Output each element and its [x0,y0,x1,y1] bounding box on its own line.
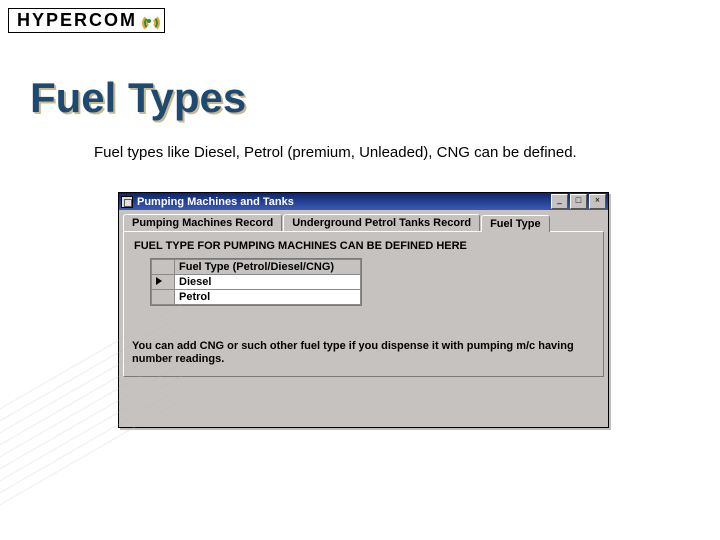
window-title: Pumping Machines and Tanks [137,196,294,208]
fuel-type-panel: FUEL TYPE FOR PUMPING MACHINES CAN BE DE… [123,231,604,377]
brand-text: HYPERCOM [17,10,137,31]
grid-row-selector-icon [152,275,175,290]
window-icon [121,196,133,208]
signal-icon [140,12,158,30]
tab-pumping-machines[interactable]: Pumping Machines Record [123,214,282,231]
grid-row[interactable]: Diesel [152,275,361,290]
window-close-button[interactable]: × [589,194,606,209]
grid-row[interactable]: Petrol [152,290,361,305]
tab-underground-tanks[interactable]: Underground Petrol Tanks Record [283,214,480,231]
brand-logo: HYPERCOM [8,8,165,33]
page-description: Fuel types like Diesel, Petrol (premium,… [94,144,577,161]
decorative-hatch [0,430,140,540]
fuel-type-grid[interactable]: Fuel Type (Petrol/Diesel/CNG) Diesel Pet… [150,258,362,306]
window-minimize-button[interactable]: _ [551,194,568,209]
grid-corner [152,260,175,275]
grid-cell[interactable]: Petrol [175,290,361,305]
grid-row-selector [152,290,175,305]
pumping-machines-window: Pumping Machines and Tanks _ □ × Pumping… [118,192,609,428]
tab-bar: Pumping Machines Record Underground Petr… [123,214,604,231]
panel-note: You can add CNG or such other fuel type … [132,340,597,366]
tab-fuel-type[interactable]: Fuel Type [481,215,550,232]
panel-heading: FUEL TYPE FOR PUMPING MACHINES CAN BE DE… [134,240,597,252]
window-maximize-button[interactable]: □ [570,194,587,209]
grid-cell[interactable]: Diesel [175,275,361,290]
page-title: Fuel Types [30,74,246,122]
grid-column-header[interactable]: Fuel Type (Petrol/Diesel/CNG) [175,260,361,275]
window-titlebar[interactable]: Pumping Machines and Tanks _ □ × [119,193,608,210]
